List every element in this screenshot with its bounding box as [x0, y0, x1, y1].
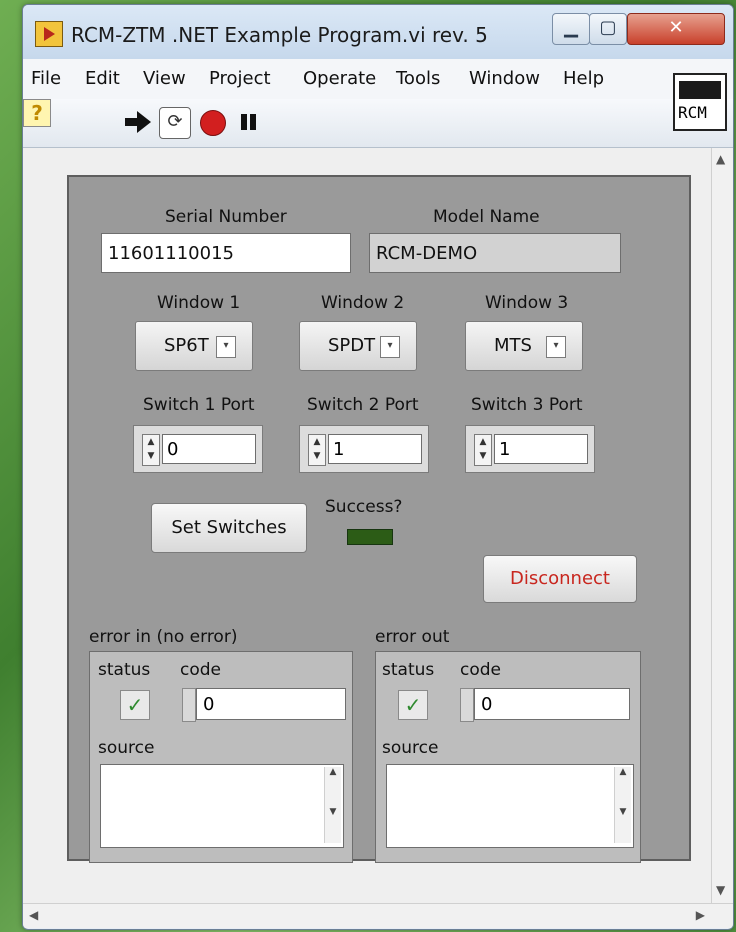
- increment-decrement-icon[interactable]: ▲ ▼: [142, 434, 160, 466]
- error-in-code-field[interactable]: 0: [196, 688, 346, 720]
- switch3-port-label: Switch 3 Port: [471, 395, 583, 415]
- scroll-up-icon[interactable]: ▲: [716, 152, 725, 166]
- source-scrollbar[interactable]: ▲ ▼: [324, 767, 341, 843]
- menu-operate[interactable]: Operate: [303, 68, 376, 89]
- switch1-port-input[interactable]: 0: [162, 434, 256, 464]
- error-in-label: error in (no error): [89, 627, 238, 647]
- error-in-source-field[interactable]: ▲ ▼: [100, 764, 344, 848]
- switch2-port-input[interactable]: 1: [328, 434, 422, 464]
- success-led-indicator: [347, 529, 393, 545]
- close-button[interactable]: ✕: [627, 13, 725, 45]
- window2-value: SPDT: [328, 335, 376, 356]
- menu-edit[interactable]: Edit: [85, 68, 120, 89]
- error-out-status-label: status: [382, 660, 435, 680]
- checkmark-icon[interactable]: ✓: [120, 690, 150, 720]
- disconnect-button[interactable]: Disconnect: [483, 555, 637, 603]
- switch2-port-control: ▲ ▼ 1: [299, 425, 429, 473]
- error-out-code-label: code: [460, 660, 501, 680]
- source-scrollbar[interactable]: ▲ ▼: [614, 767, 631, 843]
- window1-value: SP6T: [164, 335, 209, 356]
- scroll-left-icon[interactable]: ◀: [29, 908, 38, 922]
- increment-decrement-icon[interactable]: ▲ ▼: [308, 434, 326, 466]
- window-title: RCM-ZTM .NET Example Program.vi rev. 5: [71, 23, 488, 47]
- model-name-label: Model Name: [433, 207, 540, 227]
- window2-label: Window 2: [321, 293, 405, 313]
- serial-number-field[interactable]: 11601110015: [101, 233, 351, 273]
- error-out-cluster: status code ✓ 0 source ▲ ▼: [375, 651, 641, 863]
- window2-ring[interactable]: SPDT ▾: [299, 321, 417, 371]
- maximize-button[interactable]: ▢: [589, 13, 627, 45]
- switch3-port-input[interactable]: 1: [494, 434, 588, 464]
- error-in-code-label: code: [180, 660, 221, 680]
- vertical-scrollbar[interactable]: ▲ ▼: [711, 148, 733, 903]
- labview-run-icon: [35, 21, 63, 47]
- run-continuously-icon[interactable]: ⟳: [159, 107, 191, 139]
- vi-logo-icon: RCM: [673, 73, 727, 131]
- menu-file[interactable]: File: [31, 68, 61, 89]
- pause-icon[interactable]: [233, 107, 263, 137]
- error-out-source-field: ▲ ▼: [386, 764, 634, 848]
- switch3-port-control: ▲ ▼ 1: [465, 425, 595, 473]
- menu-tools[interactable]: Tools: [396, 68, 440, 89]
- switch1-port-control: ▲ ▼ 0: [133, 425, 263, 473]
- window3-ring[interactable]: MTS ▾: [465, 321, 583, 371]
- labview-window: RCM-ZTM .NET Example Program.vi rev. 5 ▁…: [22, 4, 734, 930]
- horizontal-scrollbar[interactable]: ◀ ▶: [23, 903, 733, 928]
- window3-value: MTS: [494, 335, 532, 356]
- switch2-port-label: Switch 2 Port: [307, 395, 419, 415]
- chevron-down-icon: ▾: [216, 336, 236, 358]
- minimize-button[interactable]: ▁: [552, 13, 590, 45]
- menu-bar: File Edit View Project Operate Tools Win…: [23, 59, 733, 99]
- controls-panel: Serial Number 11601110015 Model Name RCM…: [67, 175, 691, 863]
- serial-number-label: Serial Number: [165, 207, 287, 227]
- error-in-cluster: status code ✓ 0 source ▲ ▼: [89, 651, 353, 863]
- menu-view[interactable]: View: [143, 68, 186, 89]
- toolbar: ⟳ ?: [23, 99, 733, 148]
- error-out-source-label: source: [382, 738, 439, 758]
- menu-window[interactable]: Window: [469, 68, 540, 89]
- menu-project[interactable]: Project: [209, 68, 271, 89]
- checkmark-icon: ✓: [398, 690, 428, 720]
- menu-help[interactable]: Help: [563, 68, 604, 89]
- window1-label: Window 1: [157, 293, 241, 313]
- chevron-down-icon: ▾: [546, 336, 566, 358]
- code-spin-icon[interactable]: [182, 688, 196, 722]
- chevron-down-icon: ▾: [380, 336, 400, 358]
- model-name-field: RCM-DEMO: [369, 233, 621, 273]
- switch1-port-label: Switch 1 Port: [143, 395, 255, 415]
- title-bar[interactable]: RCM-ZTM .NET Example Program.vi rev. 5 ▁…: [23, 5, 733, 59]
- context-help-icon[interactable]: ?: [23, 99, 51, 127]
- logo-text: RCM: [678, 103, 707, 122]
- success-label: Success?: [325, 497, 403, 517]
- scroll-down-icon[interactable]: ▼: [716, 883, 725, 897]
- error-out-code-field: 0: [474, 688, 630, 720]
- abort-stop-icon[interactable]: [197, 107, 227, 137]
- window1-ring[interactable]: SP6T ▾: [135, 321, 253, 371]
- set-switches-button[interactable]: Set Switches: [151, 503, 307, 553]
- error-out-label: error out: [375, 627, 450, 647]
- increment-decrement-icon[interactable]: ▲ ▼: [474, 434, 492, 466]
- error-in-source-label: source: [98, 738, 155, 758]
- scroll-right-icon[interactable]: ▶: [696, 908, 705, 922]
- error-in-status-label: status: [98, 660, 151, 680]
- run-arrow-icon[interactable]: [123, 107, 153, 137]
- code-indicator-icon: [460, 688, 474, 722]
- window3-label: Window 3: [485, 293, 569, 313]
